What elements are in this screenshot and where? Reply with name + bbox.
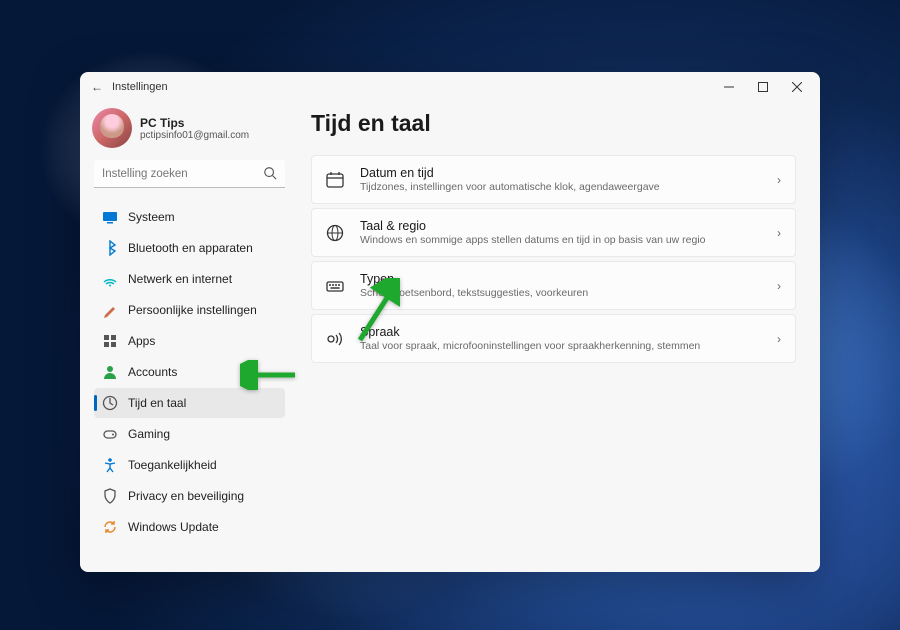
bluetooth-icon xyxy=(102,240,118,256)
sidebar-item-label: Tijd en taal xyxy=(128,396,186,410)
speech-icon xyxy=(324,328,346,350)
sidebar-item-system[interactable]: Systeem xyxy=(94,202,285,232)
sidebar-item-label: Apps xyxy=(128,334,155,348)
privacy-icon xyxy=(102,488,118,504)
card-title: Taal & regio xyxy=(360,219,777,233)
sidebar-item-gaming[interactable]: Gaming xyxy=(94,419,285,449)
time-language-icon xyxy=(102,395,118,411)
window-title: Instellingen xyxy=(112,81,168,93)
sidebar-item-accounts[interactable]: Accounts xyxy=(94,357,285,387)
apps-icon xyxy=(102,333,118,349)
card-language-region[interactable]: Taal & regioWindows en sommige apps stel… xyxy=(311,208,796,257)
profile-block[interactable]: PC Tips pctipsinfo01@gmail.com xyxy=(92,108,285,148)
chevron-right-icon: › xyxy=(777,226,781,240)
card-subtitle: Windows en sommige apps stellen datums e… xyxy=(360,234,777,246)
profile-name: PC Tips xyxy=(140,116,249,130)
accessibility-icon xyxy=(102,457,118,473)
close-button[interactable] xyxy=(780,72,814,102)
card-subtitle: Schermtoetsenbord, tekstsuggesties, voor… xyxy=(360,287,777,299)
sidebar-item-label: Accounts xyxy=(128,365,177,379)
search-input[interactable] xyxy=(94,160,285,188)
chevron-right-icon: › xyxy=(777,173,781,187)
sidebar-item-label: Privacy en beveiliging xyxy=(128,489,244,503)
sidebar-item-accessibility[interactable]: Toegankelijkheid xyxy=(94,450,285,480)
sidebar-item-label: Systeem xyxy=(128,210,175,224)
search-icon xyxy=(263,166,277,180)
page-title: Tijd en taal xyxy=(311,110,796,137)
card-subtitle: Taal voor spraak, microfooninstellingen … xyxy=(360,340,777,352)
language-region-icon xyxy=(324,222,346,244)
system-icon xyxy=(102,209,118,225)
profile-email: pctipsinfo01@gmail.com xyxy=(140,130,249,141)
card-title: Typen xyxy=(360,272,777,286)
nav-list: Systeem Bluetooth en apparaten Netwerk en … xyxy=(94,202,285,542)
sidebar-item-apps[interactable]: Apps xyxy=(94,326,285,356)
chevron-right-icon: › xyxy=(777,279,781,293)
titlebar: ← Instellingen xyxy=(80,72,820,102)
network-icon xyxy=(102,271,118,287)
sidebar-item-network[interactable]: Netwerk en internet xyxy=(94,264,285,294)
card-title: Spraak xyxy=(360,325,777,339)
minimize-button[interactable] xyxy=(712,72,746,102)
card-typing[interactable]: TypenSchermtoetsenbord, tekstsuggesties,… xyxy=(311,261,796,310)
sidebar-item-update[interactable]: Windows Update xyxy=(94,512,285,542)
card-date-time[interactable]: Datum en tijdTijdzones, instellingen voo… xyxy=(311,155,796,204)
sidebar-item-time-language[interactable]: Tijd en taal xyxy=(94,388,285,418)
update-icon xyxy=(102,519,118,535)
card-speech[interactable]: SpraakTaal voor spraak, microfooninstell… xyxy=(311,314,796,363)
sidebar-item-label: Gaming xyxy=(128,427,170,441)
settings-window: ← Instellingen PC Tips pctipsinfo01@gmai… xyxy=(80,72,820,572)
back-button[interactable]: ← xyxy=(86,80,108,94)
card-subtitle: Tijdzones, instellingen voor automatisch… xyxy=(360,181,777,193)
sidebar-item-label: Persoonlijke instellingen xyxy=(128,303,257,317)
personalization-icon xyxy=(102,302,118,318)
typing-icon xyxy=(324,275,346,297)
sidebar-item-personalization[interactable]: Persoonlijke instellingen xyxy=(94,295,285,325)
maximize-button[interactable] xyxy=(746,72,780,102)
gaming-icon xyxy=(102,426,118,442)
main-panel: Tijd en taal Datum en tijdTijdzones, ins… xyxy=(295,102,820,572)
chevron-right-icon: › xyxy=(777,332,781,346)
sidebar-item-privacy[interactable]: Privacy en beveiliging xyxy=(94,481,285,511)
date-time-icon xyxy=(324,169,346,191)
search-box[interactable] xyxy=(94,160,285,188)
card-title: Datum en tijd xyxy=(360,166,777,180)
sidebar-item-label: Windows Update xyxy=(128,520,219,534)
avatar xyxy=(92,108,132,148)
sidebar: PC Tips pctipsinfo01@gmail.com Systeem Bl… xyxy=(80,102,295,572)
sidebar-item-bluetooth[interactable]: Bluetooth en apparaten xyxy=(94,233,285,263)
sidebar-item-label: Toegankelijkheid xyxy=(128,458,217,472)
sidebar-item-label: Netwerk en internet xyxy=(128,272,232,286)
accounts-icon xyxy=(102,364,118,380)
sidebar-item-label: Bluetooth en apparaten xyxy=(128,241,253,255)
